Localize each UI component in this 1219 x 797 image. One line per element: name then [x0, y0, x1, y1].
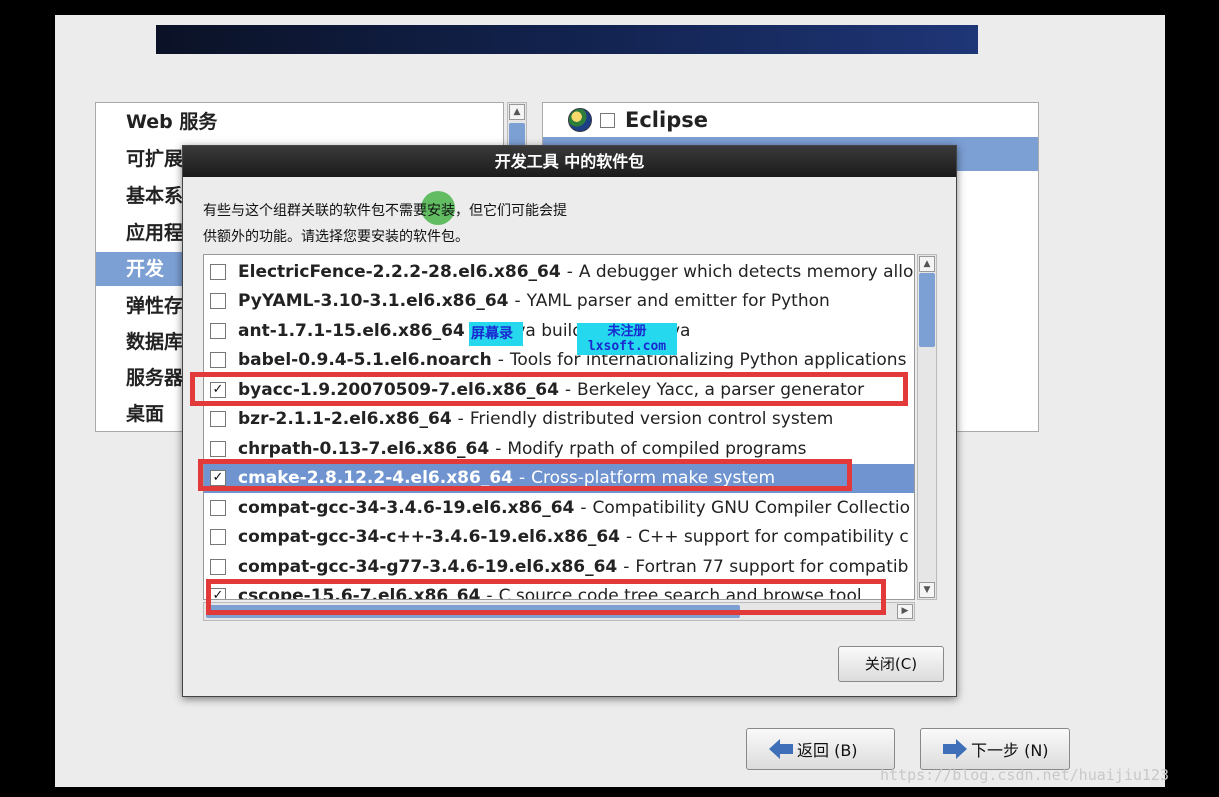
highlight-box-cscope [206, 579, 886, 615]
package-checkbox[interactable] [210, 499, 226, 516]
package-checkbox[interactable] [210, 293, 226, 310]
description-line: 供额外的功能。请选择您要安装的软件包。 [203, 229, 469, 245]
package-list[interactable]: ElectricFence-2.2.2-28.el6.x86_64- A debu… [203, 254, 915, 600]
package-checkbox[interactable] [210, 440, 226, 457]
package-checkbox[interactable] [210, 411, 226, 428]
package-row[interactable]: ElectricFence-2.2.2-28.el6.x86_64- A debu… [204, 257, 914, 287]
close-button[interactable]: 关闭(C) [838, 646, 944, 682]
dialog-description: 有些与这个组群关联的软件包不需要安装，但它们可能会提 供额外的功能。请选择您要安… [203, 198, 663, 250]
package-list-vscrollbar[interactable]: ▲ ▼ [917, 254, 937, 600]
package-description: Modify rpath of compiled programs [507, 438, 807, 459]
watermark-text: lxsoft.com [587, 339, 667, 354]
package-row[interactable]: bzr-2.1.1-2.el6.x86_64- Friendly distribu… [204, 405, 914, 435]
package-name: bzr-2.1.1-2.el6.x86_64 [238, 409, 452, 430]
package-name: compat-gcc-34-3.4.6-19.el6.x86_64 [238, 497, 575, 518]
next-button[interactable]: 下一步 (N) [920, 728, 1070, 770]
package-name: chrpath-0.13-7.el6.x86_64 [238, 438, 490, 459]
back-button-label: 返回 (B) [797, 741, 858, 760]
package-row[interactable]: ant-1.7.1-15.el6.x86_64-A Java build too… [204, 316, 914, 346]
package-row[interactable]: PyYAML-3.10-3.1.el6.x86_64- YAML parser a… [204, 287, 914, 317]
package-row[interactable]: compat-gcc-34-g77-3.4.6-19.el6.x86_64- Fo… [204, 552, 914, 582]
package-checkbox[interactable] [210, 558, 226, 575]
package-description: Tools for internationalizing Python appl… [509, 350, 907, 371]
highlight-box-cmake [198, 459, 852, 491]
package-name: compat-gcc-34-c++-3.4.6-19.el6.x86_64 [238, 527, 621, 548]
package-separator: - [626, 527, 633, 548]
package-description: Compatibility GNU Compiler Collectio [592, 497, 911, 518]
package-checkbox[interactable] [210, 529, 226, 546]
scroll-up-icon[interactable]: ▲ [509, 104, 525, 120]
recorder-watermark: 屏幕录 [469, 322, 523, 346]
package-row[interactable]: compat-gcc-34-3.4.6-19.el6.x86_64- Compat… [204, 493, 914, 523]
package-checkbox[interactable] [210, 263, 226, 280]
package-separator: - [497, 350, 504, 371]
next-button-label: 下一步 (N) [971, 741, 1049, 760]
globe-icon [568, 108, 592, 132]
scroll-down-icon[interactable]: ▼ [919, 582, 935, 598]
package-separator: - [457, 409, 464, 430]
description-line: 有些与这个组群关联的软件包不需要安装，但它们可能会提 [203, 203, 567, 219]
arrow-right-icon [943, 739, 967, 759]
package-name: PyYAML-3.10-3.1.el6.x86_64 [238, 291, 509, 312]
package-row[interactable]: compat-gcc-34-c++-3.4.6-19.el6.x86_64- C+… [204, 523, 914, 553]
package-separator: - [566, 261, 573, 282]
option-item-eclipse[interactable]: Eclipse [568, 105, 708, 135]
header-banner [156, 25, 978, 54]
eclipse-checkbox[interactable] [600, 112, 615, 128]
url-watermark: https://blog.csdn.net/huaijiu123 [880, 766, 1169, 784]
scroll-right-icon[interactable]: ▶ [897, 604, 913, 619]
package-checkbox[interactable] [210, 322, 226, 339]
unregistered-watermark: 未注册 lxsoft.com [577, 323, 677, 355]
package-description: A debugger which detects memory allo [578, 261, 914, 282]
scrollbar-thumb[interactable] [919, 273, 935, 347]
package-name: babel-0.9.4-5.1.el6.noarch [238, 350, 492, 371]
package-separator: - [580, 497, 587, 518]
package-separator: - [623, 556, 630, 577]
package-description: Friendly distributed version control sys… [469, 409, 834, 430]
package-description: C++ support for compatibility c [638, 527, 909, 548]
option-label: Eclipse [625, 108, 708, 132]
package-row[interactable]: babel-0.9.4-5.1.el6.noarch - Tools for int… [204, 346, 914, 376]
scroll-up-icon[interactable]: ▲ [919, 256, 935, 272]
arrow-left-icon [769, 739, 793, 759]
package-description: Fortran 77 support for compatib [635, 556, 909, 577]
package-separator: - [514, 291, 521, 312]
package-name: compat-gcc-34-g77-3.4.6-19.el6.x86_64 [238, 556, 618, 577]
back-button[interactable]: 返回 (B) [746, 728, 895, 770]
highlight-box-byacc [190, 372, 908, 406]
group-item-web[interactable]: Web 服务 [96, 105, 503, 139]
watermark-text: 未注册 [607, 324, 647, 339]
package-checkbox[interactable] [210, 352, 226, 369]
package-name: ant-1.7.1-15.el6.x86_64 [238, 320, 465, 341]
package-description: YAML parser and emitter for Python [526, 291, 830, 312]
package-separator: - [495, 438, 502, 459]
dialog-title: 开发工具 中的软件包 [183, 146, 956, 177]
package-name: ElectricFence-2.2.2-28.el6.x86_64 [238, 261, 561, 282]
